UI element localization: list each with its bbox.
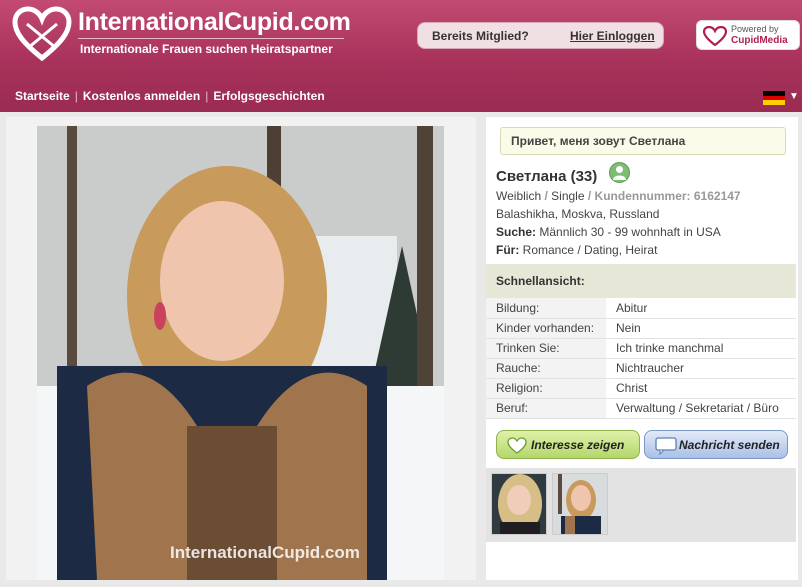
message-label: Nachricht senden <box>679 438 780 452</box>
row-label: Rauche: <box>486 358 606 379</box>
chevron-down-icon[interactable]: ▼ <box>789 91 799 102</box>
powered-by-brand: CupidMedia <box>731 35 788 46</box>
table-row: Bildung: Abitur <box>486 298 796 319</box>
profile-name: Светлана (33) <box>496 168 598 185</box>
row-value: Nein <box>606 318 796 339</box>
send-message-button[interactable]: Nachricht senden <box>644 430 788 459</box>
row-value: Verwaltung / Sekretariat / Büro <box>606 398 796 419</box>
row-label: Trinken Sie: <box>486 338 606 359</box>
search-line: Suche: Männlich 30 - 99 wohnhaft in USA <box>496 225 721 239</box>
row-value: Abitur <box>606 298 796 319</box>
logo-divider <box>78 38 344 39</box>
row-label: Kinder vorhanden: <box>486 318 606 339</box>
thumbnail-2[interactable] <box>552 473 608 535</box>
table-row: Beruf: Verwaltung / Sekretariat / Büro <box>486 398 796 419</box>
customer-label: Kundennummer: <box>594 189 691 203</box>
heart-logo-icon[interactable] <box>12 6 72 62</box>
message-icon <box>655 437 677 455</box>
location: Balashikha, Moskva, Russland <box>496 207 660 221</box>
row-value: Ich trinke manchmal <box>606 338 796 359</box>
logo-text[interactable]: InternationalCupid.com <box>78 8 351 37</box>
row-label: Bildung: <box>486 298 606 319</box>
show-interest-button[interactable]: Interesse zeigen <box>496 430 640 459</box>
nav-success-stories[interactable]: Erfolgsgeschichten <box>213 89 324 103</box>
table-row: Kinder vorhanden: Nein <box>486 318 796 339</box>
powered-by-label: Powered by <box>731 24 779 34</box>
profile-photo[interactable] <box>37 126 444 580</box>
main-nav: Startseite | Kostenlos anmelden | Erfolgsges… <box>15 89 325 103</box>
user-online-icon <box>609 162 630 183</box>
photo-watermark: InternationalCupid.com <box>170 543 360 562</box>
greeting-bubble: Привет, меня зовут Светлана <box>500 127 786 155</box>
table-row: Trinken Sie: Ich trinke manchmal <box>486 338 796 359</box>
status: Single <box>551 189 585 203</box>
member-login-box: Bereits Mitglied? Hier Einloggen <box>417 22 664 49</box>
search-label: Suche: <box>496 225 537 239</box>
thumbnail-image <box>492 474 546 534</box>
row-label: Religion: <box>486 378 606 399</box>
login-link[interactable]: Hier Einloggen <box>570 29 655 43</box>
nav-home[interactable]: Startseite <box>15 89 70 103</box>
tagline: Internationale Frauen suchen Heiratspart… <box>80 42 333 56</box>
site-header: InternationalCupid.com Internationale Fr… <box>0 0 802 112</box>
gender-status-line: Weiblich / Single / Kundennummer: 616214… <box>496 189 741 203</box>
customer-number: 6162147 <box>693 189 741 203</box>
row-value: Nichtraucher <box>606 358 796 379</box>
powered-by-badge[interactable]: Powered by CupidMedia <box>696 20 800 50</box>
member-question: Bereits Mitglied? <box>432 29 529 43</box>
for-value: Romance / Dating, Heirat <box>522 243 658 257</box>
row-label: Beruf: <box>486 398 606 419</box>
heart-icon <box>507 437 527 454</box>
for-label: Für: <box>496 243 520 257</box>
table-row: Religion: Christ <box>486 378 796 399</box>
quick-view-table: Bildung: Abitur Kinder vorhanden: Nein Tri… <box>486 298 796 419</box>
table-row: Rauche: Nichtraucher <box>486 358 796 379</box>
row-value: Christ <box>606 378 796 399</box>
thumbnail-1[interactable] <box>491 473 547 535</box>
for-line: Für: Romance / Dating, Heirat <box>496 243 657 257</box>
cupidmedia-heart-icon <box>703 26 727 46</box>
nav-separator: | <box>74 89 78 103</box>
quick-view-title: Schnellansicht: <box>486 264 796 298</box>
search-value: Männlich 30 - 99 wohnhaft in USA <box>539 225 721 239</box>
nav-register[interactable]: Kostenlos anmelden <box>83 89 200 103</box>
interest-label: Interesse zeigen <box>531 438 625 452</box>
gender: Weiblich <box>496 189 542 203</box>
flag-de-icon[interactable] <box>763 91 785 105</box>
thumbnail-image <box>553 474 607 534</box>
nav-separator: | <box>205 89 209 103</box>
profile-photo-image <box>37 126 444 580</box>
